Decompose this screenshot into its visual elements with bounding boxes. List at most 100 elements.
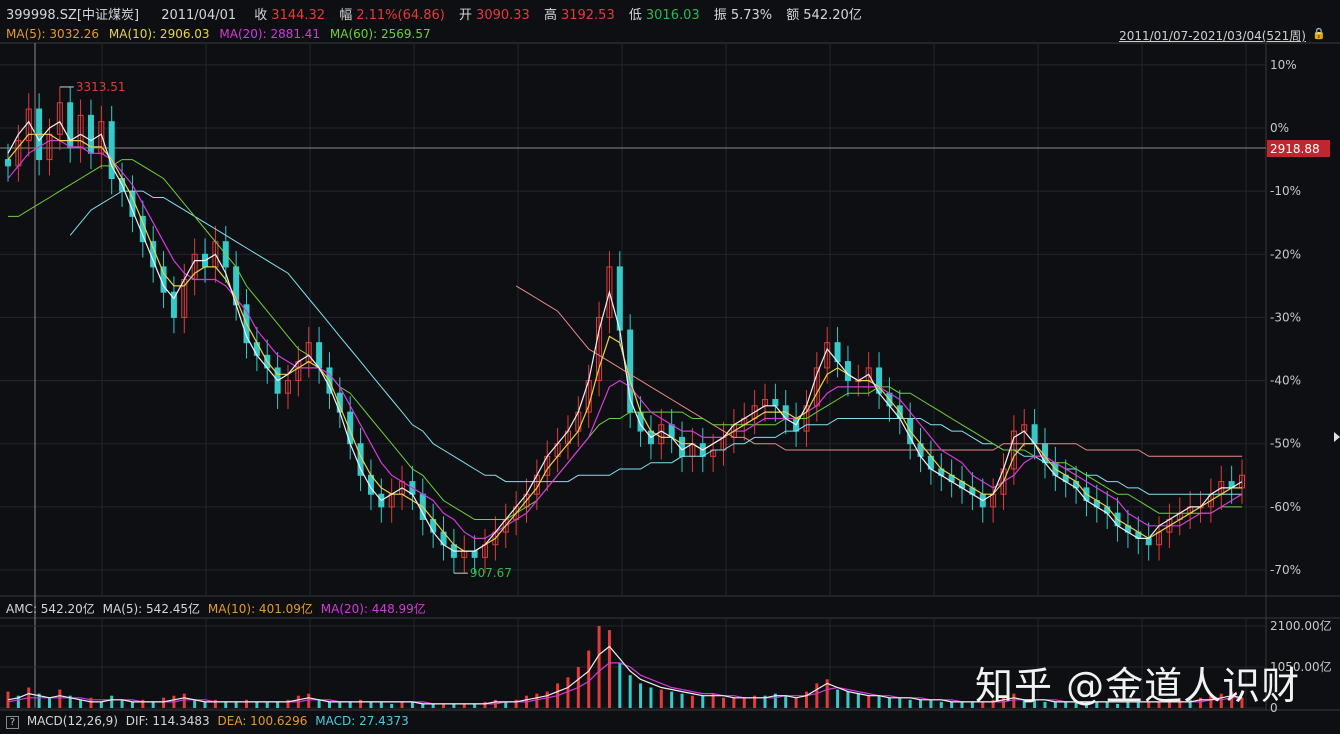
macd-value: MACD: 27.4373 xyxy=(315,714,409,728)
amc-legend: AMC: 542.20亿 MA(5): 542.45亿 MA(10): 401.… xyxy=(6,600,430,617)
price-tick-label: 0% xyxy=(1270,121,1289,135)
amc-ma5: MA(5): 542.45亿 xyxy=(102,602,201,616)
price-tick-label: -60% xyxy=(1270,500,1301,514)
volume-bar xyxy=(867,695,871,708)
price-tick-label: -70% xyxy=(1270,563,1301,577)
volume-bar xyxy=(348,701,352,708)
volume-bar xyxy=(483,701,487,708)
volume-bar xyxy=(47,697,51,708)
volume-bar xyxy=(245,699,249,708)
macd-title: MACD(12,26,9) xyxy=(26,714,118,728)
low-price-label: 907.67 xyxy=(470,566,512,580)
candle-body xyxy=(139,215,146,243)
volume-bar xyxy=(307,693,311,708)
candle-body xyxy=(1145,537,1152,546)
ma20-line xyxy=(7,140,1243,540)
volume-bar xyxy=(286,699,290,708)
volume-bar xyxy=(628,675,632,708)
price-tick-label: -10% xyxy=(1270,184,1301,198)
volume-bar xyxy=(690,695,694,708)
volume-bar xyxy=(732,697,736,708)
price-tick-label: -50% xyxy=(1270,437,1301,451)
amc-ma10: MA(10): 401.09亿 xyxy=(207,602,313,616)
price-tick-label: -20% xyxy=(1270,247,1301,261)
candle-body xyxy=(253,342,260,356)
high-price-label: 3313.51 xyxy=(76,80,126,94)
price-tick-label: 10% xyxy=(1270,58,1297,72)
volume-bar xyxy=(130,701,134,708)
volume-bar xyxy=(462,703,466,708)
candle-body xyxy=(316,342,323,369)
volume-bar xyxy=(919,699,923,708)
volume-bar xyxy=(939,701,943,708)
volume-bar xyxy=(535,693,539,708)
volume-bar xyxy=(742,697,746,708)
ma5-line xyxy=(7,120,1243,552)
volume-bar xyxy=(929,699,933,708)
volume-bar xyxy=(504,701,508,708)
volume-bar xyxy=(317,699,321,708)
price-tick-label: -30% xyxy=(1270,310,1301,324)
volume-bar xyxy=(836,689,840,708)
volume-bar xyxy=(141,699,145,708)
volume-bar xyxy=(856,693,860,708)
volume-bar xyxy=(846,691,850,708)
volume-bar xyxy=(234,701,238,708)
volume-bar xyxy=(265,701,269,708)
volume-bar xyxy=(514,699,518,708)
volume-bar xyxy=(359,699,363,708)
volume-bar xyxy=(680,693,684,708)
volume-bar xyxy=(670,691,674,708)
volume-bar xyxy=(701,695,705,708)
amc-value: AMC: 542.20亿 xyxy=(6,602,95,616)
volume-bar xyxy=(649,687,653,708)
volume-bar xyxy=(970,701,974,708)
volume-bar xyxy=(950,701,954,708)
volume-bar xyxy=(421,703,425,708)
candle-body xyxy=(5,159,11,167)
expand-arrow-icon[interactable] xyxy=(1334,432,1340,442)
kline-chart[interactable]: 10% 0% -10% -20% -30% -40% -50% -60% -70% 2918.88… xyxy=(0,0,1340,734)
volume-bar xyxy=(908,699,912,708)
volume-bar xyxy=(327,701,331,708)
volume-bar xyxy=(784,695,788,708)
volume-bar xyxy=(390,703,394,708)
candle-body xyxy=(668,424,675,438)
volume-bar xyxy=(887,697,891,708)
candle-body xyxy=(150,241,157,268)
candle-body xyxy=(772,399,779,407)
volume-bar xyxy=(369,701,373,708)
volume-bar xyxy=(120,699,124,708)
volume-bar xyxy=(804,691,808,708)
volume-bar xyxy=(815,683,819,708)
volume-bar xyxy=(431,703,435,708)
help-icon[interactable]: ? xyxy=(6,716,19,729)
watermark: 知乎 @金道人识财 xyxy=(975,664,1301,708)
volume-bar xyxy=(442,703,446,708)
volume-bar xyxy=(338,701,342,708)
volume-bar xyxy=(618,662,622,708)
volume-bar xyxy=(722,697,726,708)
volume-bar xyxy=(587,650,591,708)
volume-bar xyxy=(659,689,663,708)
volume-bar xyxy=(58,689,62,708)
volume-bar xyxy=(203,701,207,708)
volume-bar xyxy=(794,697,798,708)
volume-bar xyxy=(898,697,902,708)
volume-tick-label: 2100.00亿 xyxy=(1270,618,1332,633)
volume-bar xyxy=(545,691,549,708)
volume-bar xyxy=(607,630,611,708)
volume-bar xyxy=(379,701,383,708)
volume-bar xyxy=(182,693,186,708)
current-price-label: 2918.88 xyxy=(1270,142,1320,156)
volume-bar xyxy=(224,701,228,708)
candle-body xyxy=(679,436,686,457)
volume-bar xyxy=(960,701,964,708)
volume-bar xyxy=(79,699,83,708)
volume-bar xyxy=(410,701,414,708)
volume-bar xyxy=(452,703,456,708)
volume-bar xyxy=(473,703,477,708)
volume-bar xyxy=(400,701,404,708)
macd-dea: DEA: 100.6296 xyxy=(217,714,308,728)
volume-bar xyxy=(597,626,601,708)
